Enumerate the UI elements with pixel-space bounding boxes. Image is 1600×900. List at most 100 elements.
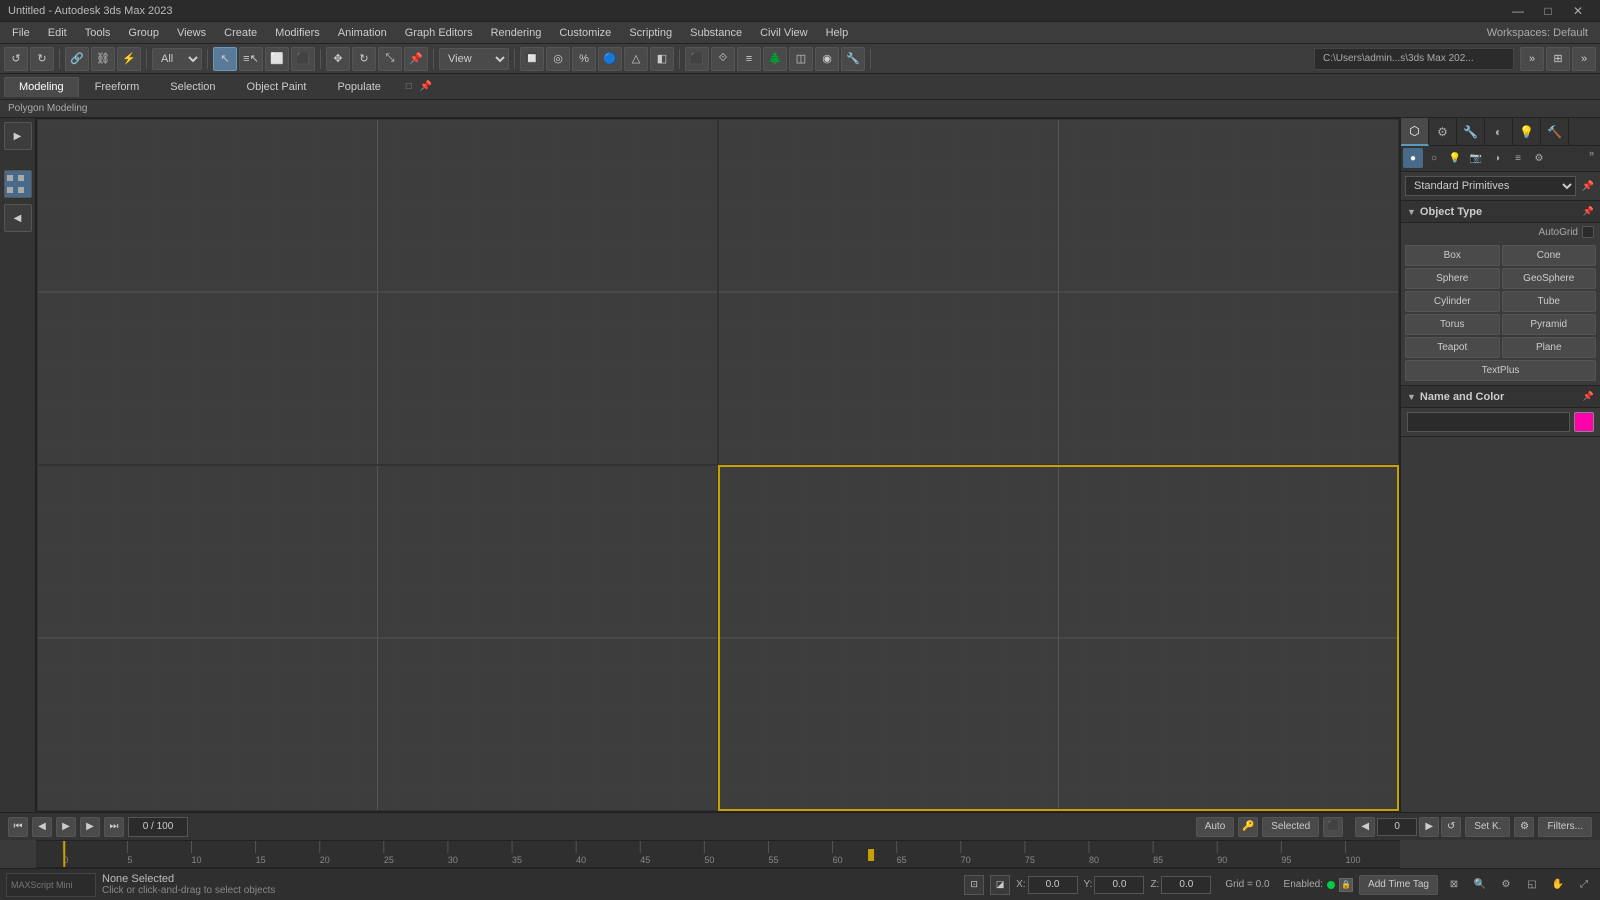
viewport-top-left[interactable]	[37, 119, 718, 465]
y-coord-value[interactable]: 0.0	[1094, 876, 1144, 894]
menu-animation[interactable]: Animation	[330, 25, 395, 41]
menu-tools[interactable]: Tools	[77, 25, 119, 41]
material-editor-button[interactable]: ◉	[815, 47, 839, 71]
select-by-name-button[interactable]: ≡↖	[239, 47, 263, 71]
z-coord-value[interactable]: 0.0	[1161, 876, 1211, 894]
menu-create[interactable]: Create	[216, 25, 265, 41]
settings-small-button[interactable]: ⚙	[1496, 875, 1516, 895]
left-tool-grid[interactable]	[4, 170, 32, 198]
nav-cube-button[interactable]: ◱	[1522, 875, 1542, 895]
tools-right-1[interactable]: ⊞	[1546, 47, 1570, 71]
select-button[interactable]: ↖	[213, 47, 237, 71]
prev-key-button[interactable]: ◀	[1355, 817, 1375, 837]
close-button[interactable]: ✕	[1564, 0, 1592, 22]
set-key-label[interactable]: Set K.	[1465, 817, 1510, 837]
place-button[interactable]: 📌	[404, 47, 428, 71]
snap-use-axis-button[interactable]: △	[624, 47, 648, 71]
bind-to-space-button[interactable]: ⚡	[117, 47, 141, 71]
menu-graph-editors[interactable]: Graph Editors	[397, 25, 481, 41]
timeline-ruler[interactable]: 0 5 10 15 20 25 30 35 40 45 50	[36, 840, 1400, 868]
tabs-expand-button[interactable]: □	[401, 79, 417, 95]
primitive-dropdown[interactable]: Standard Primitives	[1405, 176, 1576, 196]
btn-geosphere[interactable]: GeoSphere	[1502, 268, 1597, 289]
loop-key-button[interactable]: ↺	[1441, 817, 1461, 837]
menu-rendering[interactable]: Rendering	[483, 25, 550, 41]
left-nav-prev[interactable]: ◀	[4, 204, 32, 232]
spinner-snap-button[interactable]: 🔵	[598, 47, 622, 71]
render-region-btn[interactable]: ◪	[990, 875, 1010, 895]
tl-prev-button[interactable]: ◀	[32, 817, 52, 837]
hierarchy-button[interactable]: ⟐	[711, 47, 735, 71]
redo-button[interactable]: ↻	[30, 47, 54, 71]
tab-selection[interactable]: Selection	[155, 77, 230, 97]
align-button[interactable]: ⬛	[685, 47, 709, 71]
name-color-header[interactable]: ▼ Name and Color 📌	[1401, 386, 1600, 408]
filters-button[interactable]: Filters...	[1538, 817, 1592, 837]
tl-next-frame-button[interactable]: ⏭	[104, 817, 124, 837]
scene-explorer-button[interactable]: 🌲	[763, 47, 787, 71]
subtab-systems[interactable]: ⚙	[1529, 148, 1549, 168]
tab-object-paint[interactable]: Object Paint	[232, 77, 322, 97]
link-button[interactable]: 🔗	[65, 47, 89, 71]
panel-tab-utilities[interactable]: 🔨	[1541, 118, 1569, 146]
x-coord-value[interactable]: 0.0	[1028, 876, 1078, 894]
panel-arrow[interactable]: »	[1585, 148, 1598, 169]
name-input[interactable]	[1407, 412, 1570, 432]
tab-populate[interactable]: Populate	[322, 77, 395, 97]
menu-customize[interactable]: Customize	[551, 25, 619, 41]
btn-sphere[interactable]: Sphere	[1405, 268, 1500, 289]
panel-tab-hierarchy[interactable]: 🔧	[1457, 118, 1485, 146]
btn-torus[interactable]: Torus	[1405, 314, 1500, 335]
menu-file[interactable]: File	[4, 25, 38, 41]
undo-button[interactable]: ↺	[4, 47, 28, 71]
lock-button[interactable]: 🔒	[1339, 878, 1353, 892]
panel-tab-motion[interactable]: ◐	[1485, 118, 1513, 146]
move-button[interactable]: ✥	[326, 47, 350, 71]
panel-pin[interactable]: 📌	[1580, 178, 1596, 194]
expand-button[interactable]: »	[1520, 47, 1544, 71]
tabs-pin-button[interactable]: 📌	[418, 79, 434, 95]
unlink-button[interactable]: ⛓	[91, 47, 115, 71]
autogrid-checkbox[interactable]	[1582, 226, 1594, 238]
key-options-button[interactable]: ⚙	[1514, 817, 1534, 837]
menu-group[interactable]: Group	[120, 25, 167, 41]
key-filter-button[interactable]: ⬛	[1323, 817, 1343, 837]
search-button[interactable]: 🔍	[1470, 875, 1490, 895]
schematic-view-button[interactable]: ◫	[789, 47, 813, 71]
btn-teapot[interactable]: Teapot	[1405, 337, 1500, 358]
angle-snap-button[interactable]: ◎	[546, 47, 570, 71]
subtab-shapes[interactable]: ○	[1424, 148, 1444, 168]
selected-button[interactable]: Selected	[1262, 817, 1319, 837]
left-tool-1[interactable]: ▶	[4, 122, 32, 150]
object-type-header[interactable]: ▼ Object Type 📌	[1401, 201, 1600, 223]
color-swatch[interactable]	[1574, 412, 1594, 432]
menu-edit[interactable]: Edit	[40, 25, 75, 41]
tab-freeform[interactable]: Freeform	[80, 77, 155, 97]
menu-substance[interactable]: Substance	[682, 25, 750, 41]
tab-modeling[interactable]: Modeling	[4, 77, 79, 97]
tools-right-2[interactable]: »	[1572, 47, 1596, 71]
menu-civil-view[interactable]: Civil View	[752, 25, 815, 41]
auto-key-button[interactable]: Auto	[1196, 817, 1235, 837]
panel-tab-create[interactable]: ⬡	[1401, 118, 1429, 146]
panel-tab-display[interactable]: 💡	[1513, 118, 1541, 146]
scale-button[interactable]: ⤡	[378, 47, 402, 71]
maximize-button[interactable]: □	[1534, 0, 1562, 22]
next-key-button[interactable]: ▶	[1419, 817, 1439, 837]
percent-snap-button[interactable]: %	[572, 47, 596, 71]
hand-button[interactable]: ✋	[1548, 875, 1568, 895]
menu-help[interactable]: Help	[818, 25, 857, 41]
tl-prev-frame-button[interactable]: ⏮	[8, 817, 28, 837]
tl-play-button[interactable]: ▶	[56, 817, 76, 837]
mirror-button[interactable]: ◧	[650, 47, 674, 71]
maxscript-mini[interactable]: MAXScript Mini	[6, 873, 96, 897]
menu-scripting[interactable]: Scripting	[621, 25, 680, 41]
menu-modifiers[interactable]: Modifiers	[267, 25, 328, 41]
btn-pyramid[interactable]: Pyramid	[1502, 314, 1597, 335]
btn-tube[interactable]: Tube	[1502, 291, 1597, 312]
subtab-geometry[interactable]: ●	[1403, 148, 1423, 168]
menu-views[interactable]: Views	[169, 25, 214, 41]
subtab-cameras[interactable]: 📷	[1466, 148, 1486, 168]
filter-dropdown[interactable]: All	[152, 48, 202, 70]
viewport-top-right[interactable]	[718, 119, 1399, 465]
